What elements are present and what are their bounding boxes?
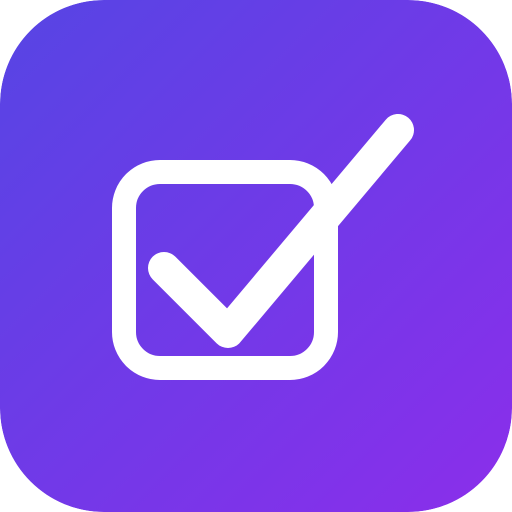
app-icon [0, 0, 512, 512]
checkbox-checked-icon [0, 0, 512, 512]
icon-background [0, 0, 512, 512]
